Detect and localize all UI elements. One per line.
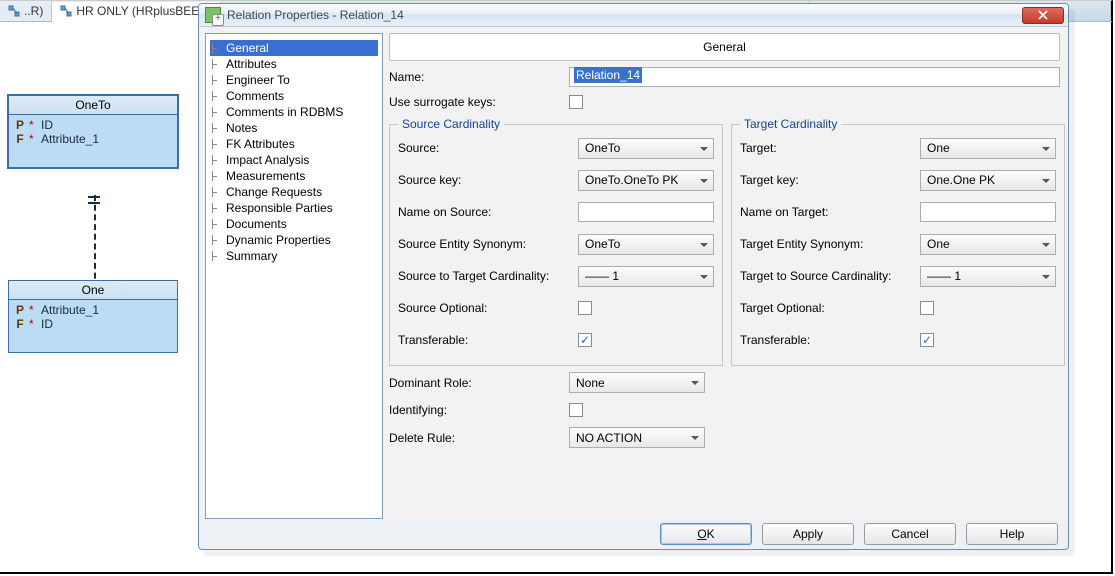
identifying-label: Identifying: [389,403,569,417]
source-synonym-label: Source Entity Synonym: [398,237,578,251]
name-on-source-input[interactable] [578,202,714,222]
relation-properties-dialog: Relation Properties - Relation_14 Genera… [198,3,1069,550]
entity-attr-row: F * ID [15,317,171,331]
apply-button[interactable]: Apply [762,523,854,545]
nav-item-notes[interactable]: Notes [210,120,378,136]
source-select[interactable]: OneTo [578,138,714,159]
source-synonym-select[interactable]: OneTo [578,234,714,255]
nav-item-dynamic-properties[interactable]: Dynamic Properties [210,232,378,248]
app-tab-1-label: ..R) [24,4,43,18]
attr-name: Attribute_1 [41,132,99,146]
diagram-icon [60,5,72,17]
attr-required-icon: * [29,303,37,317]
nav-item-comments-rdbms[interactable]: Comments in RDBMS [210,104,378,120]
entity-body: P * Attribute_1 F * ID [9,300,177,352]
source-key-select[interactable]: OneTo.OneTo PK [578,170,714,191]
nav-item-attributes[interactable]: Attributes [210,56,378,72]
target-synonym-label: Target Entity Synonym: [740,237,920,251]
nav-item-engineer-to[interactable]: Engineer To [210,72,378,88]
source-key-label: Source key: [398,173,578,187]
target-label: Target: [740,141,920,155]
close-button[interactable] [1022,7,1064,24]
nav-item-impact-analysis[interactable]: Impact Analysis [210,152,378,168]
target-optional-label: Target Optional: [740,301,920,315]
attr-name: Attribute_1 [41,303,99,317]
entity-attr-row: P * Attribute_1 [15,303,171,317]
source-cardinality-group: Source Cardinality Source:OneTo Source k… [389,117,723,366]
nav-item-comments[interactable]: Comments [210,88,378,104]
dialog-button-row: OK Apply Cancel Help [660,523,1058,545]
entity-attr-row: F * Attribute_1 [15,132,171,146]
attr-name: ID [41,118,53,132]
nav-item-fk-attributes[interactable]: FK Attributes [210,136,378,152]
nav-item-responsible-parties[interactable]: Responsible Parties [210,200,378,216]
name-on-target-input[interactable] [920,202,1056,222]
nav-item-measurements[interactable]: Measurements [210,168,378,184]
source-legend: Source Cardinality [398,117,504,131]
target-synonym-select[interactable]: One [920,234,1056,255]
app-tab-2[interactable]: HR ONLY (HRplusBEER) [52,2,221,22]
relation-end-marker [88,202,100,204]
target-to-source-card-select[interactable]: —— 1 [920,266,1056,287]
nav-item-change-requests[interactable]: Change Requests [210,184,378,200]
attr-key: F [15,317,25,331]
attr-key: P [15,303,25,317]
ok-button[interactable]: OK [660,523,752,545]
target-to-source-card-label: Target to Source Cardinality: [740,269,920,283]
surrogate-checkbox[interactable] [569,95,583,109]
attr-key: P [15,118,25,132]
attr-required-icon: * [29,317,37,331]
source-optional-label: Source Optional: [398,301,578,315]
diagram-icon [8,5,20,17]
target-key-select[interactable]: One.One PK [920,170,1056,191]
surrogate-label: Use surrogate keys: [389,95,569,109]
attr-required-icon: * [29,118,37,132]
relation-icon [205,7,221,23]
dominant-role-label: Dominant Role: [389,376,569,390]
entity-body: P * ID F * Attribute_1 [9,115,177,167]
nav-item-general[interactable]: General [210,40,378,56]
name-on-source-label: Name on Source: [398,205,578,219]
entity-one[interactable]: One P * Attribute_1 F * ID [8,280,178,353]
attr-key: F [15,132,25,146]
source-transferable-label: Transferable: [398,333,578,347]
attr-required-icon: * [29,132,37,146]
cancel-button[interactable]: Cancel [864,523,956,545]
source-transferable-checkbox[interactable] [578,333,592,347]
name-on-target-label: Name on Target: [740,205,920,219]
source-to-target-card-select[interactable]: —— 1 [578,266,714,287]
attr-name: ID [41,317,53,331]
app-tab-1[interactable]: ..R) [0,1,52,21]
nav-item-summary[interactable]: Summary [210,248,378,264]
panel-header: General [389,33,1060,61]
app-tab-2-label: HR ONLY (HRplusBEER) [76,4,212,18]
entity-title: OneTo [9,96,177,115]
delete-rule-label: Delete Rule: [389,431,569,445]
source-to-target-card-label: Source to Target Cardinality: [398,269,578,283]
nav-item-documents[interactable]: Documents [210,216,378,232]
dialog-content: General Name: Relation_14 Use surrogate … [387,27,1068,519]
entity-title: One [9,281,177,300]
identifying-checkbox[interactable] [569,403,583,417]
entity-oneto[interactable]: OneTo P * ID F * Attribute_1 [8,95,178,168]
delete-rule-select[interactable]: NO ACTION [569,427,705,448]
target-transferable-checkbox[interactable] [920,333,934,347]
dialog-title: Relation Properties - Relation_14 [227,8,404,22]
dialog-titlebar[interactable]: Relation Properties - Relation_14 [199,4,1068,27]
source-label: Source: [398,141,578,155]
target-select[interactable]: One [920,138,1056,159]
relation-end-marker [88,196,100,198]
target-transferable-label: Transferable: [740,333,920,347]
target-key-label: Target key: [740,173,920,187]
target-cardinality-group: Target Cardinality Target:One Target key… [731,117,1065,366]
name-input[interactable]: Relation_14 [569,67,1060,87]
entity-attr-row: P * ID [15,118,171,132]
help-button[interactable]: Help [966,523,1058,545]
source-optional-checkbox[interactable] [578,301,592,315]
dominant-role-select[interactable]: None [569,372,705,393]
target-optional-checkbox[interactable] [920,301,934,315]
name-label: Name: [389,70,569,84]
dialog-nav: General Attributes Engineer To Comments … [205,33,383,519]
target-legend: Target Cardinality [740,117,841,131]
